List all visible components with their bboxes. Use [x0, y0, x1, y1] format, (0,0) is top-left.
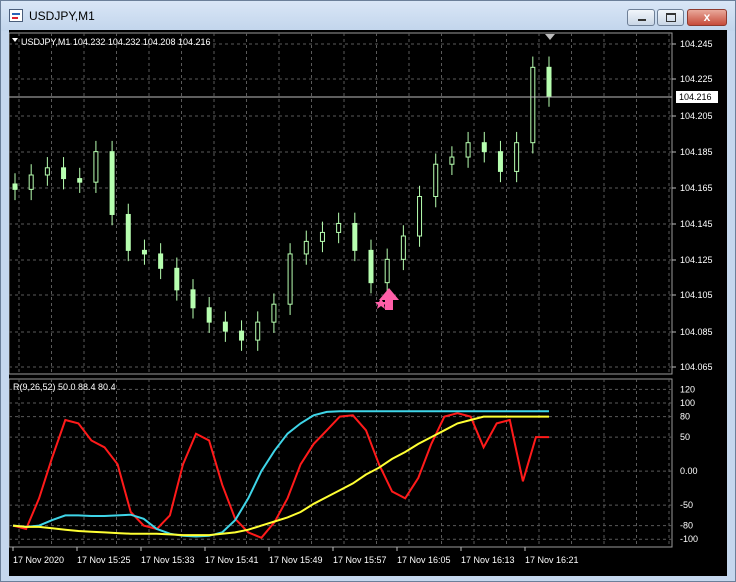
candle-body — [400, 235, 406, 260]
indicator-tick-label: -80 — [680, 521, 693, 531]
candle-body — [384, 258, 390, 284]
minimize-icon[interactable] — [627, 9, 655, 26]
candle-body — [336, 222, 342, 233]
time-tick-label: 17 Nov 15:57 — [333, 555, 387, 565]
chart-shift-marker-icon[interactable] — [545, 34, 555, 40]
price-tick-label: 104.145 — [680, 219, 713, 229]
candle-body — [433, 163, 439, 198]
price-tick-label: 104.165 — [680, 183, 713, 193]
price-tick-label: 104.125 — [680, 255, 713, 265]
candle-body — [158, 253, 164, 269]
candle-body — [77, 178, 83, 183]
candle-body — [28, 174, 34, 190]
indicator-tick-label: 80 — [680, 412, 690, 422]
dropdown-icon[interactable] — [12, 38, 18, 42]
candle-body — [449, 156, 455, 165]
candle-body — [44, 167, 50, 176]
price-tick-label: 104.185 — [680, 147, 713, 157]
time-tick-label: 17 Nov 2020 — [13, 555, 64, 565]
candle-body — [61, 167, 67, 180]
candle-body — [303, 240, 309, 255]
time-tick-label: 17 Nov 15:49 — [269, 555, 323, 565]
candle-body — [174, 267, 180, 291]
chart-app-icon[interactable] — [9, 9, 23, 22]
time-tick-label: 17 Nov 16:05 — [397, 555, 451, 565]
candle-body — [190, 289, 196, 309]
price-tick-label: 104.225 — [680, 74, 713, 84]
candle-body — [109, 151, 115, 215]
indicator-tick-label: -50 — [680, 500, 693, 510]
indicator-tick-label: 100 — [680, 398, 695, 408]
price-tick-label: 104.105 — [680, 290, 713, 300]
candle-body — [514, 142, 520, 172]
candle-body — [497, 151, 503, 172]
current-price-label: 104.216 — [679, 92, 712, 102]
price-tick-label: 104.085 — [680, 327, 713, 337]
candle-body — [319, 231, 325, 242]
price-panel-header: USDJPY,M1 104.232 104.232 104.208 104.21… — [21, 37, 210, 47]
candle-body — [417, 196, 423, 237]
indicator-line-26 — [12, 410, 549, 538]
time-tick-label: 17 Nov 16:21 — [525, 555, 579, 565]
candle-body — [368, 249, 374, 284]
time-tick-label: 17 Nov 15:41 — [205, 555, 259, 565]
maximize-icon[interactable] — [657, 9, 684, 26]
candle-body — [125, 213, 131, 251]
chart-area[interactable]: 104.245 104.225 104.205 104.185 104.165 104.1… — [9, 30, 727, 576]
chart-window: USDJPY,M1 x 104.245 104.225 104.205 104.185… — [0, 0, 736, 582]
candle-body — [287, 253, 293, 305]
price-panel-border — [9, 32, 673, 375]
candle-body — [481, 142, 487, 153]
candle-body — [239, 330, 245, 341]
candle-body — [141, 249, 147, 255]
indicator-tick-label: 120 — [680, 384, 695, 394]
time-tick-label: 17 Nov 16:13 — [461, 555, 515, 565]
price-tick-label: 104.245 — [680, 39, 713, 49]
time-tick-label: 17 Nov 15:33 — [141, 555, 195, 565]
close-button[interactable]: x — [687, 9, 727, 26]
price-tick-label: 104.065 — [680, 362, 713, 372]
candle-body — [530, 66, 536, 144]
candle-body — [546, 66, 552, 97]
chart-canvas[interactable]: 104.245 104.225 104.205 104.185 104.165 104.1… — [9, 30, 727, 576]
candle-body — [93, 151, 99, 183]
indicator-tick-label: 0.00 — [680, 466, 698, 476]
candle-body — [12, 183, 18, 190]
candle-body — [465, 142, 471, 158]
close-icon: x — [703, 10, 711, 24]
indicator-line-52 — [12, 415, 549, 537]
candle-body — [222, 321, 228, 332]
indicator-panel-header: R(9,26,52) 50.0 88.4 80.4 — [13, 382, 116, 392]
candle-body — [255, 321, 261, 341]
price-tick-label: 104.205 — [680, 111, 713, 121]
indicator-tick-label: -100 — [680, 534, 698, 544]
title-bar[interactable]: USDJPY,M1 x — [1, 1, 735, 31]
candle-body — [206, 307, 212, 323]
time-tick-label: 17 Nov 15:25 — [77, 555, 131, 565]
candle-body — [271, 303, 277, 323]
indicator-tick-label: 50 — [680, 432, 690, 442]
buy-signal-arrow-icon — [375, 288, 399, 310]
candle-body — [352, 222, 358, 251]
window-title: USDJPY,M1 — [29, 9, 95, 23]
indicator-panel-border — [9, 378, 673, 548]
